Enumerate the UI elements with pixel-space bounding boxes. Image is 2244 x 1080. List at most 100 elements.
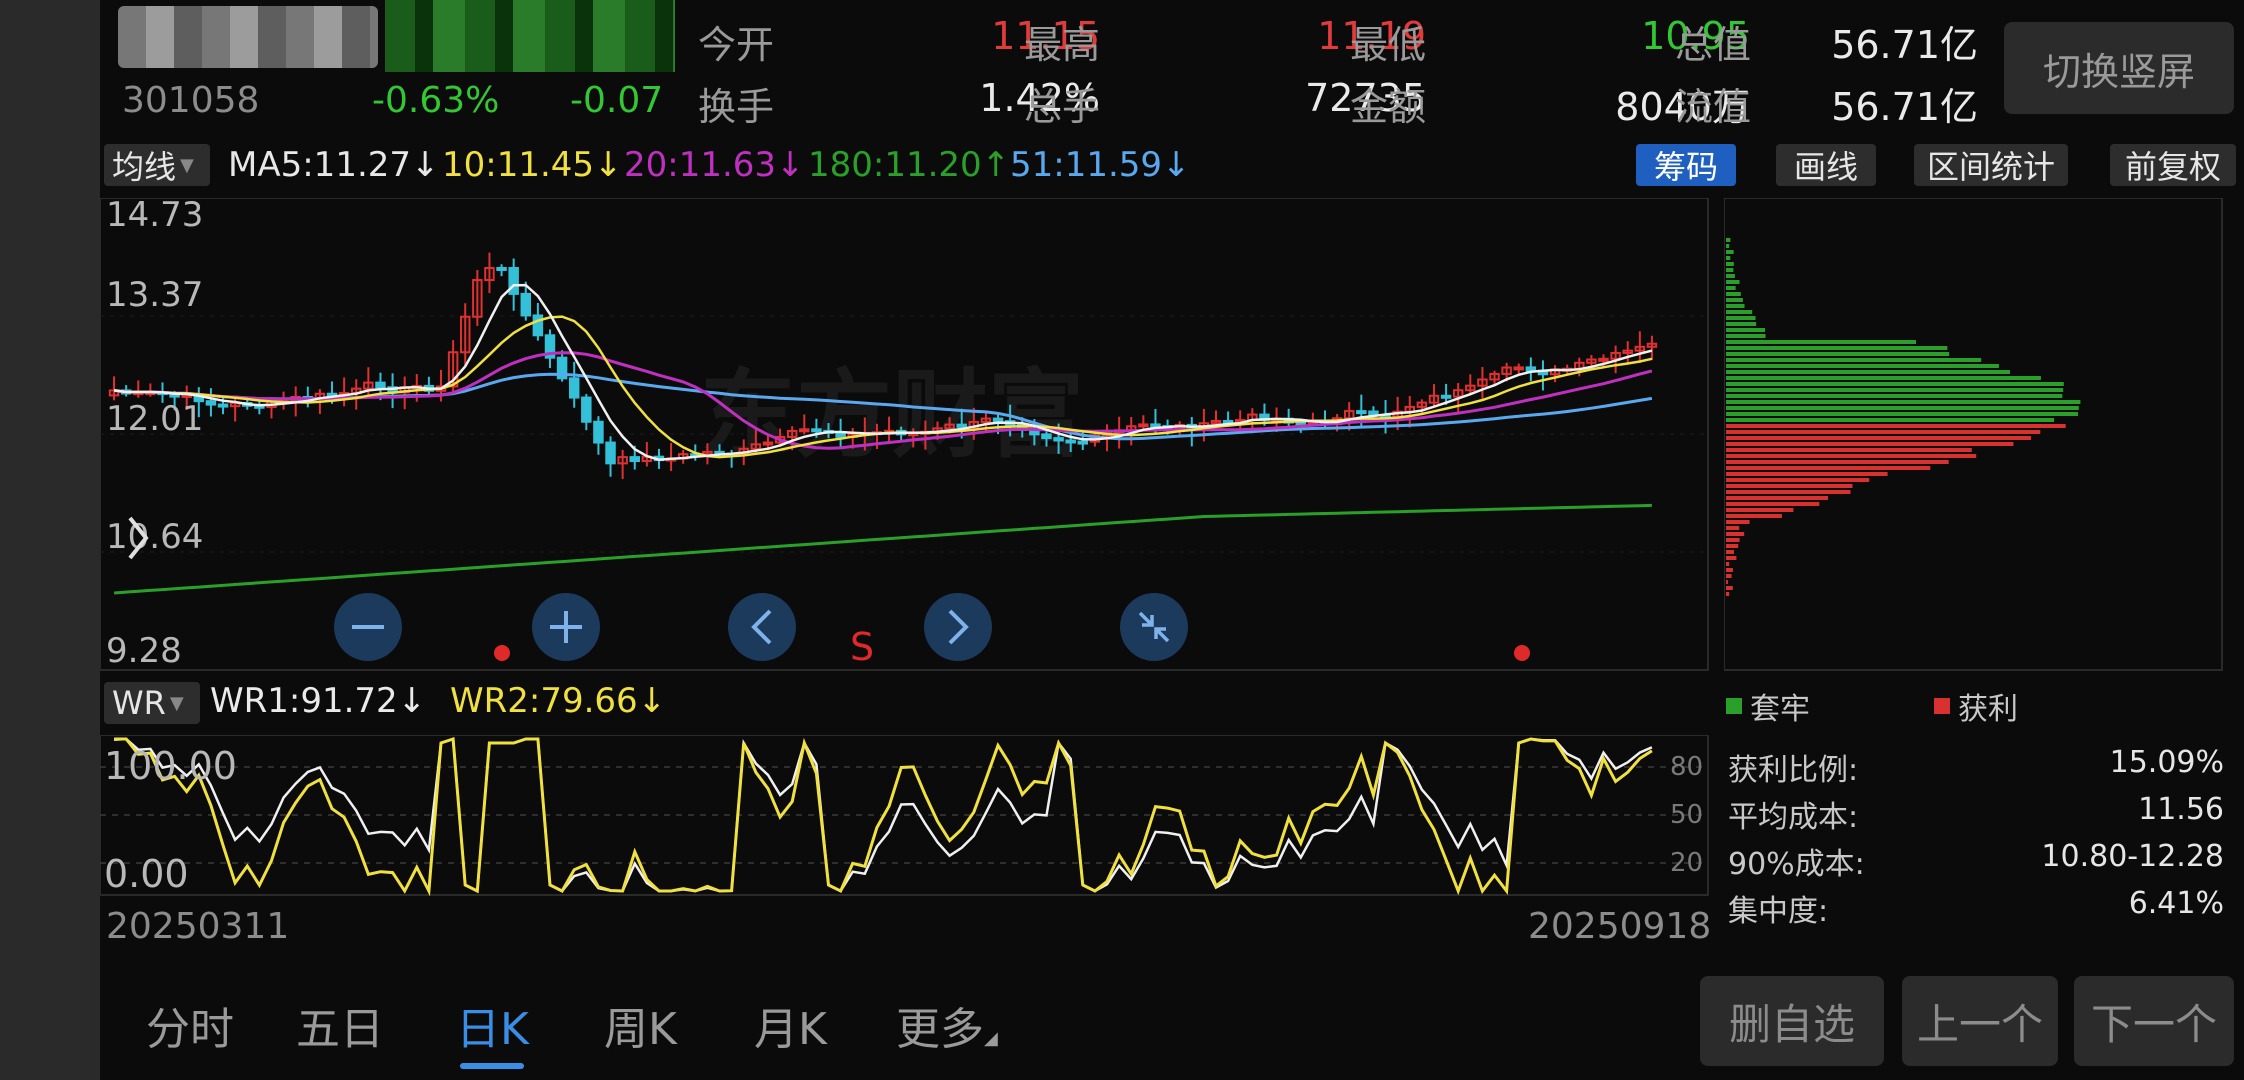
candle-body	[568, 377, 580, 399]
quote-value-total-value: 56.71亿	[1831, 23, 1978, 67]
forward-adjust-button[interactable]: 前复权	[2110, 144, 2236, 186]
chip-bar	[1726, 586, 1733, 590]
chip-bar	[1726, 310, 1753, 314]
tab-weekly-k[interactable]: 周K	[604, 993, 677, 1057]
green-square-icon	[1726, 698, 1742, 714]
candle-body	[1513, 366, 1524, 371]
chip-toggle-button[interactable]: 筹码	[1636, 144, 1736, 186]
ma-indicator-bar: 均线 ▼ MA5:11.27↓ 10:11.45↓ 20:11.63↓ 180:…	[100, 140, 2244, 190]
red-square-icon	[1934, 698, 1950, 714]
ma180-value: 180:11.20↑	[808, 145, 1011, 185]
chip-bar	[1726, 448, 1972, 452]
chip-bar	[1726, 406, 2079, 410]
range-stats-button[interactable]: 区间统计	[1914, 144, 2068, 186]
tab-more[interactable]: 更多◢	[896, 993, 998, 1057]
chip-bar	[1726, 250, 1734, 254]
stat-label-concentration: 集中度:	[1728, 894, 1829, 929]
next-stock-button[interactable]: 下一个	[2074, 976, 2234, 1066]
candle-body	[1598, 357, 1609, 362]
chip-legend-profit: 获利	[1934, 684, 2018, 728]
chip-bar	[1726, 484, 1853, 488]
chip-bar	[1726, 430, 2041, 434]
chip-bar	[1726, 328, 1765, 332]
ma-selector-label: 均线	[112, 148, 177, 186]
candle-body	[605, 441, 616, 465]
pan-right-button[interactable]	[924, 593, 992, 661]
start-date: 20250311	[106, 906, 290, 947]
chip-bar	[1726, 466, 1931, 470]
signal-dot	[1514, 645, 1530, 661]
stat-value-concentration: 6.41%	[2128, 886, 2224, 921]
chip-bar	[1726, 316, 1756, 320]
kline-chart[interactable]: 东方财富 14.73 13.37 12.01 10.64 9.28 S	[100, 198, 1710, 672]
remove-watchlist-button[interactable]: 删自选	[1700, 976, 1884, 1066]
chip-bar	[1726, 346, 1948, 350]
candle-body	[1138, 423, 1149, 428]
zoom-in-button[interactable]	[532, 593, 600, 661]
chip-legend-label: 获利	[1958, 692, 2018, 727]
switch-portrait-button[interactable]: 切换竖屏	[2004, 22, 2234, 114]
candle-body	[217, 403, 229, 408]
ma10-value: 10:11.45↓	[442, 145, 623, 185]
y-tick-1337: 13.37	[106, 275, 203, 315]
chevron-down-icon: ▼	[169, 692, 184, 714]
tab-monthly-k[interactable]: 月K	[754, 993, 827, 1057]
candle-body	[593, 420, 604, 444]
tab-daily-k[interactable]: 日K	[456, 993, 529, 1057]
corner-triangle-icon: ◢	[984, 1028, 998, 1049]
candle-body	[1525, 366, 1537, 372]
chip-bar	[1726, 322, 1757, 326]
chip-bar	[1726, 436, 2031, 440]
chip-bar	[1726, 376, 2041, 380]
stat-value-profit-ratio: 15.09%	[2109, 745, 2224, 780]
draw-line-button[interactable]: 画线	[1776, 144, 1876, 186]
chip-bar	[1726, 418, 2055, 422]
ma51-value: 51:11.59↓	[1010, 145, 1191, 185]
chip-bar	[1726, 568, 1733, 572]
candle-body	[1440, 394, 1452, 399]
candle-body	[532, 314, 544, 337]
candle-body	[508, 267, 519, 295]
y-tick-928: 9.28	[106, 631, 182, 671]
chip-bar	[1726, 454, 1977, 458]
tab-intraday[interactable]: 分时	[146, 993, 234, 1057]
pan-left-button[interactable]	[728, 593, 796, 661]
sell-marker: S	[850, 625, 874, 669]
candle-body	[1077, 440, 1089, 445]
chip-bar	[1726, 262, 1734, 266]
y-tick-1064: 10.64	[106, 517, 203, 557]
candle-body	[1356, 410, 1367, 415]
chip-bar	[1726, 352, 1950, 356]
candle-body	[956, 423, 967, 428]
ma180-line	[113, 503, 1652, 595]
candle-body	[581, 396, 592, 423]
chip-bar	[1726, 298, 1743, 302]
left-system-bar	[0, 0, 100, 1080]
collapse-button[interactable]	[1120, 593, 1188, 661]
indicator-selector[interactable]: WR ▼	[104, 682, 200, 724]
stat-label-avg-cost: 平均成本:	[1728, 800, 1859, 835]
tab-more-label: 更多	[896, 1004, 984, 1055]
quote-label-total-value: 总值	[1675, 23, 1752, 67]
change-percent: -0.63%	[372, 80, 500, 121]
candle-body	[811, 428, 822, 433]
previous-stock-button[interactable]: 上一个	[1902, 976, 2058, 1066]
tab-five-day[interactable]: 五日	[296, 993, 384, 1057]
signal-dot	[494, 645, 510, 661]
zoom-out-button[interactable]	[334, 593, 402, 661]
wr-y-tick-20: 20	[1670, 848, 1703, 878]
chip-legend-label: 套牢	[1750, 692, 1810, 727]
wr-y-tick-50: 50	[1670, 800, 1703, 830]
wr-chart[interactable]: 100.00 0.00 80 50 20	[100, 735, 1710, 897]
candle-body	[762, 441, 774, 446]
chip-bar	[1726, 394, 2063, 398]
chip-bar	[1726, 574, 1732, 578]
indicator-selector-label: WR	[112, 684, 166, 722]
chip-bar	[1726, 256, 1731, 260]
change-amount: -0.07	[570, 80, 664, 121]
ma-selector[interactable]: 均线 ▼	[104, 144, 210, 186]
chip-bar	[1726, 550, 1734, 554]
quote-label-volume: 总手	[1024, 85, 1101, 129]
chip-bar	[1726, 490, 1851, 494]
chip-bar	[1726, 382, 2064, 386]
